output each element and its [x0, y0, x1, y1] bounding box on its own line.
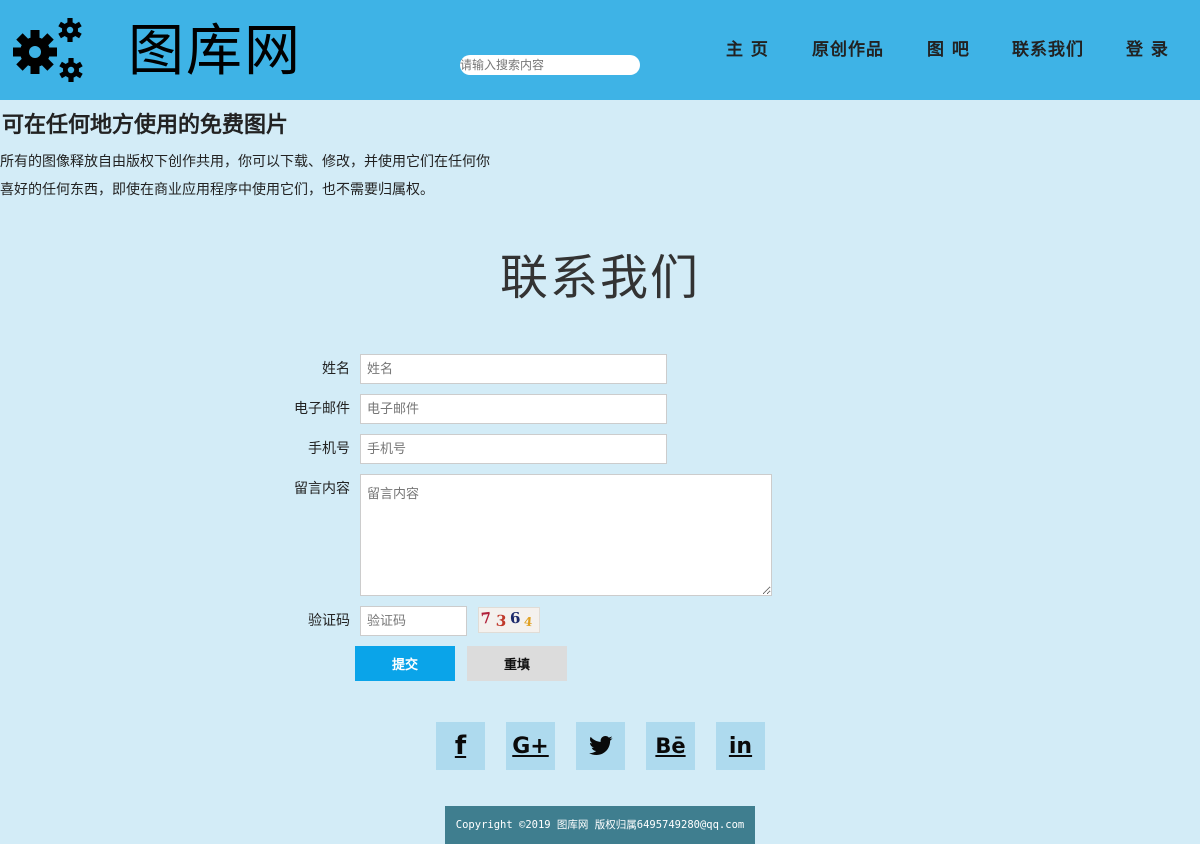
hero-title: 可在任何地方使用的免费图片 — [2, 112, 289, 138]
name-label: 姓名 — [322, 361, 350, 377]
twitter-link[interactable] — [576, 722, 625, 770]
phone-input[interactable] — [360, 434, 667, 464]
search-input[interactable] — [460, 55, 640, 75]
facebook-icon: f — [454, 731, 467, 761]
message-label: 留言内容 — [294, 481, 350, 497]
hero-description: 所有的图像释放自由版权下创作共用，你可以下载、修改，并使用它们在任何你 喜好的任… — [0, 148, 500, 204]
nav-home[interactable]: 主 页 — [726, 38, 769, 62]
captcha-input[interactable] — [360, 606, 467, 636]
facebook-link[interactable]: f — [436, 722, 485, 770]
linkedin-link[interactable]: in — [716, 722, 765, 770]
behance-link[interactable]: Bē — [646, 722, 695, 770]
footer-copyright: Copyright ©2019 图库网 版权归属6495749280@qq.co… — [445, 806, 755, 844]
submit-button[interactable]: 提交 — [355, 646, 455, 681]
phone-label: 手机号 — [308, 441, 350, 457]
twitter-icon — [588, 736, 613, 755]
captcha-label: 验证码 — [308, 613, 350, 629]
google-plus-link[interactable]: G+ — [506, 722, 555, 770]
nav-image-forum[interactable]: 图 吧 — [927, 38, 970, 62]
nav-contact-us[interactable]: 联系我们 — [1012, 38, 1084, 62]
captcha-char: 7 — [480, 608, 497, 628]
behance-icon: Bē — [655, 734, 686, 758]
captcha-char: 3 — [494, 611, 511, 631]
email-label: 电子邮件 — [294, 401, 350, 417]
site-header: 图库网 主 页 原创作品 图 吧 联系我们 登 录 — [0, 0, 1200, 100]
linkedin-icon: in — [728, 733, 753, 759]
name-input[interactable] — [360, 354, 667, 384]
contact-title: 联系我们 — [499, 250, 700, 306]
gears-logo-icon — [13, 18, 83, 82]
captcha-char: 4 — [523, 614, 538, 630]
captcha-image[interactable]: 7364 — [478, 607, 540, 633]
email-input[interactable] — [360, 394, 667, 424]
hero-description-line: 喜好的任何东西，即使在商业应用程序中使用它们，也不需要归属权。 — [0, 182, 434, 198]
nav-original-works[interactable]: 原创作品 — [812, 38, 884, 62]
hero-description-line: 所有的图像释放自由版权下创作共用，你可以下载、修改，并使用它们在任何你 — [0, 154, 490, 170]
google-plus-icon: G+ — [512, 733, 549, 759]
message-textarea[interactable] — [360, 474, 772, 596]
nav-login[interactable]: 登 录 — [1126, 38, 1169, 62]
reset-button[interactable]: 重填 — [467, 646, 567, 681]
site-logo-text[interactable]: 图库网 — [128, 20, 302, 84]
